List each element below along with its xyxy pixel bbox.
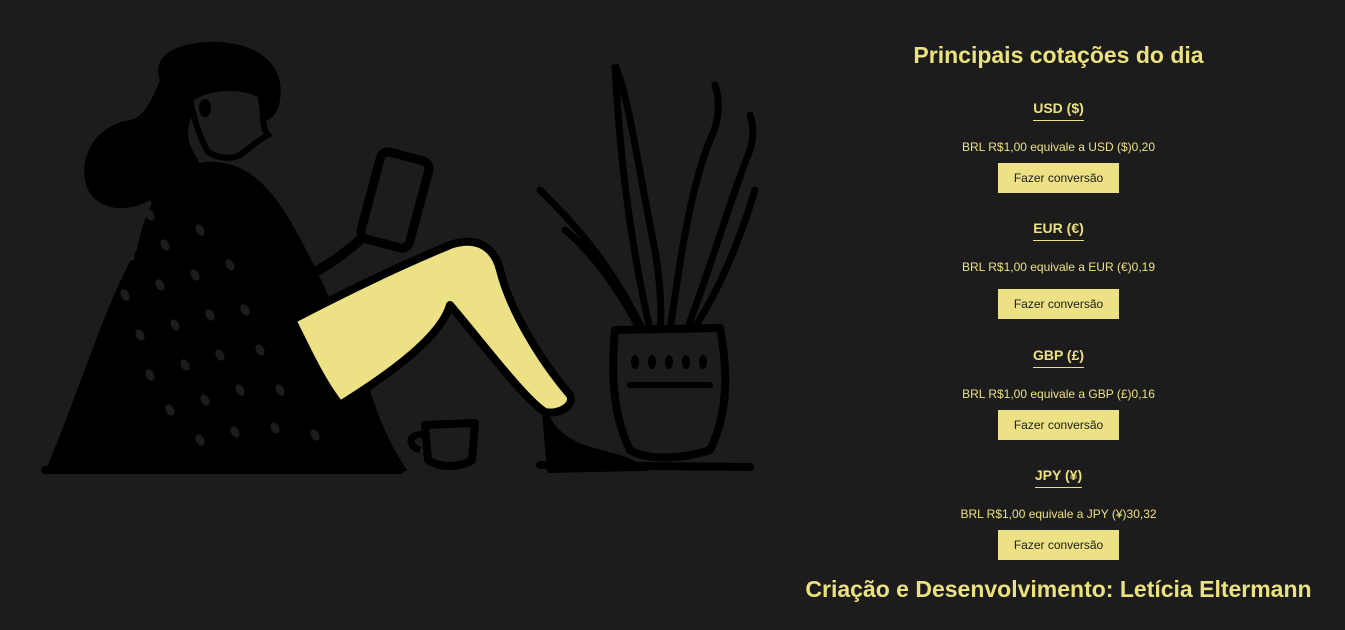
- page: Principais cotações do dia USD ($) BRL R…: [0, 0, 1345, 630]
- currency-code: EUR (€): [1033, 219, 1084, 241]
- convert-button-eur[interactable]: Fazer conversão: [998, 289, 1119, 319]
- convert-button-jpy[interactable]: Fazer conversão: [998, 530, 1119, 560]
- currency-code: GBP (£): [1032, 346, 1085, 368]
- rate-text: BRL R$1,00 equivale a USD ($)0,20: [962, 140, 1155, 154]
- rate-text: BRL R$1,00 equivale a EUR (€)0,19: [962, 260, 1155, 274]
- currency-code: JPY (¥): [1034, 466, 1083, 488]
- footer-credit: Criação e Desenvolvimento: Letícia Elter…: [805, 576, 1312, 602]
- rate-card-usd: USD ($) BRL R$1,00 equivale a USD ($)0,2…: [800, 99, 1317, 193]
- rate-text: BRL R$1,00 equivale a JPY (¥)30,32: [960, 507, 1157, 521]
- rate-card-jpy: JPY (¥) BRL R$1,00 equivale a JPY (¥)30,…: [800, 466, 1317, 560]
- face-shape: [186, 85, 273, 161]
- mug-shape: [407, 419, 479, 470]
- legs-shape: [288, 237, 575, 417]
- quotes-panel: Principais cotações do dia USD ($) BRL R…: [800, 0, 1320, 630]
- plant-shape: [536, 63, 759, 339]
- convert-button-usd[interactable]: Fazer conversão: [998, 163, 1119, 193]
- rate-text: BRL R$1,00 equivale a GBP (£)0,16: [962, 387, 1155, 401]
- rate-card-eur: EUR (€) BRL R$1,00 equivale a EUR (€)0,1…: [800, 219, 1317, 319]
- currency-code: USD ($): [1033, 99, 1084, 121]
- convert-button-gbp[interactable]: Fazer conversão: [998, 410, 1119, 440]
- phone-shape: [356, 147, 434, 253]
- rate-card-gbp: GBP (£) BRL R$1,00 equivale a GBP (£)0,1…: [800, 346, 1317, 440]
- page-title: Principais cotações do dia: [913, 42, 1204, 68]
- pot-shape: [609, 324, 730, 462]
- woman-reading-illustration: [41, 41, 759, 474]
